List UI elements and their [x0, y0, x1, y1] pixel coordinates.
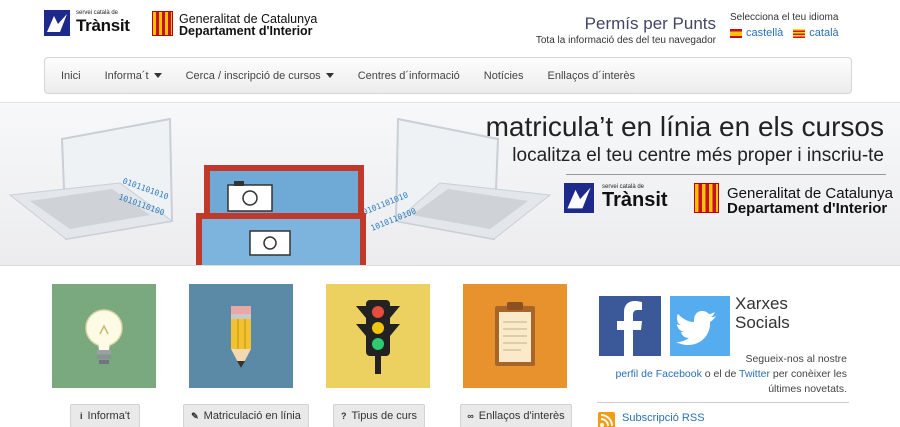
- nav-item-label: Notícies: [483, 69, 524, 82]
- tile-informat[interactable]: [52, 284, 156, 388]
- clipboard-icon: [463, 284, 567, 388]
- senyera-icon: [694, 183, 719, 213]
- twitter-link[interactable]: Twitter: [739, 368, 770, 380]
- tile-matriculacio[interactable]: [189, 284, 293, 388]
- pencil-icon: ✎: [191, 410, 199, 421]
- facebook-icon: [617, 301, 642, 356]
- senyera-icon: [152, 11, 173, 36]
- nav-item-centres[interactable]: Centres d´informació: [346, 58, 472, 93]
- twitter-icon: [676, 311, 716, 345]
- banner-divider: [566, 174, 886, 175]
- transit-mark-icon: [564, 183, 594, 213]
- lightbulb-icon: [52, 284, 156, 388]
- transit-mark-icon: [44, 10, 70, 36]
- banner-generalitat-line2: Departament d'Interior: [727, 200, 888, 217]
- banner-subtitle: localitza el teu centre més proper i ins…: [512, 145, 884, 166]
- twitter-tile[interactable]: [670, 296, 730, 356]
- nav-item-informat[interactable]: Informa´t: [93, 58, 174, 93]
- tipus-curs-button-label: Tipus de curs: [351, 410, 418, 422]
- nav-item-label: Centres d´informació: [357, 69, 460, 82]
- tipus-curs-button[interactable]: ? Tipus de curs: [333, 404, 425, 427]
- pencil-icon: [189, 284, 293, 388]
- nav-item-label: Inici: [61, 69, 81, 82]
- rss-link[interactable]: Subscripció RSS: [622, 412, 705, 424]
- tile-enllacos[interactable]: [463, 284, 567, 388]
- enllacos-button-label: Enllaços d'interès: [478, 410, 565, 422]
- header: servei català de Trànsit Generalitat de …: [0, 0, 900, 52]
- banner-title: matricula’t en línia en els cursos: [485, 111, 884, 142]
- matriculacio-button-label: Matriculació en línia: [203, 410, 301, 422]
- banner-transit-name: Trànsit: [602, 189, 668, 211]
- informat-button-label: Informa't: [87, 410, 130, 422]
- language-castellano[interactable]: castellà: [730, 27, 783, 39]
- nav-item-noticies[interactable]: Notícies: [472, 58, 536, 93]
- nav-item-cerca-cursos[interactable]: Cerca / inscripció de cursos: [174, 58, 346, 93]
- site-title: Permís per Punts: [584, 14, 716, 33]
- language-catala[interactable]: català: [793, 27, 839, 39]
- social-description: Segueix-nos al nostre perfil de Facebook…: [597, 352, 847, 397]
- laptops-illustration: 0101101010 1010110100 0101101010 1010110…: [8, 117, 552, 265]
- language-catala-label: català: [809, 27, 839, 39]
- facebook-link[interactable]: perfil de Facebook: [615, 368, 701, 380]
- flag-es-icon: [730, 28, 742, 38]
- nav-item-enllacos[interactable]: Enllaços d´interès: [536, 58, 647, 93]
- language-castellano-label: castellà: [746, 27, 784, 39]
- language-selector: Selecciona el teu idioma castellà català: [730, 12, 890, 39]
- social-divider: [597, 402, 849, 403]
- main-navbar: Inici Informa´t Cerca / inscripció de cu…: [44, 57, 852, 94]
- social-title-line2: Socials: [735, 313, 790, 332]
- generalitat-line2: Departament d'Interior: [179, 24, 313, 38]
- link-icon: ∞: [467, 411, 474, 421]
- site-subtitle: Tota la informació des del teu navegador: [535, 35, 716, 46]
- rss-icon[interactable]: [598, 412, 615, 427]
- tile-tipus-curs[interactable]: [326, 284, 430, 388]
- matriculacio-button[interactable]: ✎ Matriculació en línia: [183, 404, 309, 427]
- social-title-line1: Xarxes: [735, 294, 788, 313]
- nav-item-label: Cerca / inscripció de cursos: [185, 69, 321, 82]
- transit-logo[interactable]: servei català de Trànsit: [44, 10, 140, 38]
- social-text-prefix: Segueix-nos al nostre: [745, 353, 847, 365]
- hero-banner[interactable]: 0101101010 1010110100 0101101010 1010110…: [0, 102, 900, 266]
- nav-item-inici[interactable]: Inici: [49, 58, 93, 93]
- language-label: Selecciona el teu idioma: [730, 12, 839, 23]
- nav-item-label: Enllaços d´interès: [547, 69, 635, 82]
- enllacos-button[interactable]: ∞ Enllaços d'interès: [460, 404, 572, 427]
- social-text-suffix: per conèixer les últimes novetats.: [768, 368, 847, 395]
- question-icon: ?: [340, 411, 347, 421]
- caret-down-icon: [325, 73, 334, 78]
- nav-item-label: Informa´t: [104, 69, 149, 82]
- transit-logo-name: Trànsit: [76, 16, 130, 35]
- facebook-tile[interactable]: [599, 296, 661, 356]
- traffic-light-icon: [326, 284, 430, 388]
- flag-ca-icon: [793, 28, 806, 38]
- social-text-mid: o el de: [704, 368, 737, 380]
- caret-down-icon: [153, 73, 162, 78]
- info-icon: i: [80, 411, 83, 421]
- informat-button[interactable]: i Informa't: [70, 404, 140, 427]
